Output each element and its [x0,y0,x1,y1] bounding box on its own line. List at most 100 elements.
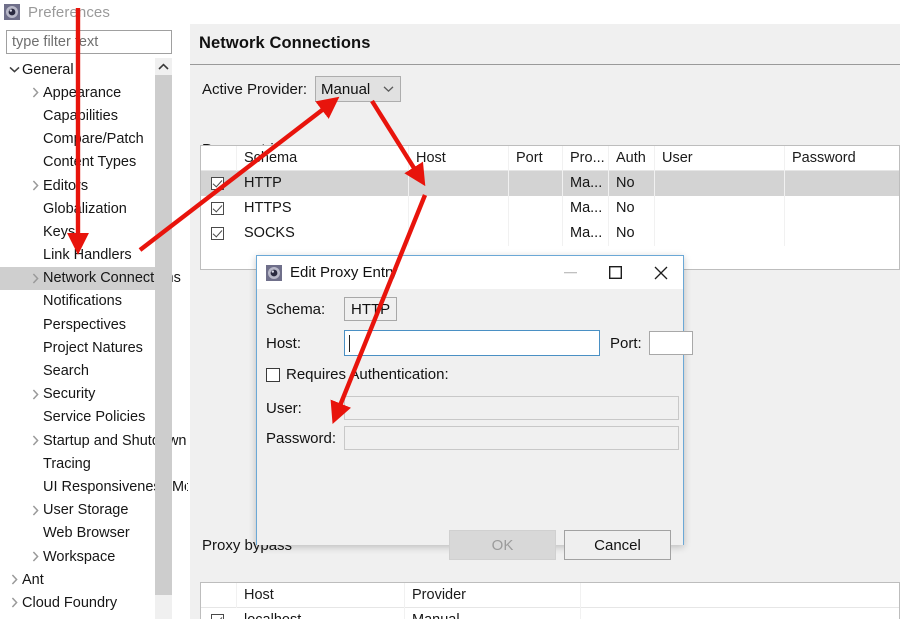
chevron-right-icon[interactable] [27,180,43,191]
sidebar-item-user-storage[interactable]: User Storage [0,499,160,522]
proxy-bypass-table[interactable]: HostProvider localhostManual [200,582,900,619]
sidebar-item-content-types[interactable]: Content Types [0,151,160,174]
sidebar-item-label: Link Handlers [43,247,132,264]
cell-user [655,196,785,221]
sidebar-item-appearance[interactable]: Appearance [0,81,160,104]
requires-auth-label: Requires Authentication: [286,366,449,383]
user-input[interactable] [344,396,679,420]
cell-host [409,171,509,196]
row-checkbox[interactable] [211,227,224,240]
sidebar-item-search[interactable]: Search [0,359,160,382]
host-row: Host: Port: [266,330,693,356]
row-checkbox-cell[interactable] [201,221,237,246]
scroll-up-icon[interactable] [155,58,172,75]
requires-auth-row[interactable]: Requires Authentication: [266,366,449,383]
dialog-titlebar[interactable]: Edit Proxy Entry [257,256,683,289]
chevron-right-icon[interactable] [27,87,43,98]
sidebar-item-tracing[interactable]: Tracing [0,452,160,475]
close-button[interactable] [638,256,683,289]
cell-host: localhost [237,608,405,619]
sidebar-item-security[interactable]: Security [0,383,160,406]
cell-schema: HTTP [237,171,409,196]
table-header-row: Schema Host Port Pro... Auth User Password [201,146,899,171]
table-row[interactable]: localhostManual [201,608,899,619]
port-input[interactable] [648,331,693,355]
active-provider-row: Active Provider: Manual [202,76,402,102]
cell-user [655,171,785,196]
schema-value: HTTP [344,297,398,321]
chevron-right-icon[interactable] [27,505,43,516]
column-header-host: Host [409,146,509,171]
tree-scrollbar[interactable] [155,58,172,619]
sidebar-item-general[interactable]: General [0,58,160,81]
proxy-entries-table[interactable]: Schema Host Port Pro... Auth User Password HTT… [200,145,900,270]
sidebar-item-web-browser[interactable]: Web Browser [0,522,160,545]
column-header-provider: Provider [405,583,581,608]
sidebar-item-globalization[interactable]: Globalization [0,197,160,220]
active-provider-select[interactable]: Manual [315,76,402,102]
sidebar-item-service-policies[interactable]: Service Policies [0,406,160,429]
sidebar-item-label: Content Types [43,154,137,171]
chevron-right-icon[interactable] [27,551,43,562]
window-title: Preferences [28,3,110,21]
minimize-button[interactable] [548,256,593,289]
sidebar-item-cloud-foundry[interactable]: Cloud Foundry [0,591,160,614]
sidebar-item-capabilities[interactable]: Capabilities [0,104,160,127]
sidebar-item-keys[interactable]: Keys [0,220,160,243]
sidebar-item-data-management[interactable]: Data Management [0,615,160,619]
sidebar-item-label: Ant [22,571,44,588]
preferences-window: Preferences General Appearance Capabilitie… [0,0,900,619]
table-row[interactable]: HTTP Ma... No [201,171,899,196]
filter-input[interactable] [6,30,172,54]
sidebar-item-ui-responsiveness-monitoring[interactable]: UI Responsiveness Monitoring [0,475,188,498]
chevron-down-icon[interactable] [6,66,22,73]
sidebar-item-compare-patch[interactable]: Compare/Patch [0,128,160,151]
sidebar-item-label: User Storage [43,502,129,519]
sidebar-item-ant[interactable]: Ant [0,568,160,591]
dialog-window-controls [548,256,683,289]
sidebar-item-label: Project Natures [43,339,143,356]
sidebar-item-editors[interactable]: Editors [0,174,160,197]
chevron-right-icon[interactable] [27,389,43,400]
table-header-row: Host Provider [201,583,899,608]
header-check-spacer [201,146,237,171]
column-header-pro: Pro... [563,146,609,171]
sidebar-item-workspace[interactable]: Workspace [0,545,160,568]
chevron-right-icon[interactable] [6,574,22,585]
sidebar-item-perspectives[interactable]: Perspectives [0,313,160,336]
cancel-button[interactable]: Cancel [564,530,671,560]
cell-user [655,221,785,246]
row-checkbox[interactable] [211,614,224,619]
row-checkbox[interactable] [211,202,224,215]
cell-port [509,196,563,221]
sidebar-item-notifications[interactable]: Notifications [0,290,160,313]
table-row[interactable]: HTTPS Ma... No [201,196,899,221]
chevron-right-icon[interactable] [27,273,43,284]
ok-button[interactable]: OK [449,530,556,560]
row-checkbox[interactable] [211,177,224,190]
chevron-right-icon[interactable] [27,435,43,446]
cell-port [509,171,563,196]
tree-scrollbar-thumb[interactable] [155,75,172,595]
sidebar-item-startup-and-shutdown[interactable]: Startup and Shutdown [0,429,187,452]
column-header-schema: Schema [237,146,409,171]
header-check-spacer [201,583,237,608]
row-checkbox-cell[interactable] [201,171,237,196]
cell-provider: Ma... [563,196,609,221]
column-header-auth: Auth [609,146,655,171]
sidebar-item-label: Capabilities [43,107,118,124]
row-checkbox-cell[interactable] [201,196,237,221]
password-input[interactable] [344,426,679,450]
table-row[interactable]: SOCKS Ma... No [201,221,899,246]
host-input[interactable] [344,330,600,356]
sidebar-item-label: Notifications [43,293,122,310]
sidebar-item-link-handlers[interactable]: Link Handlers [0,244,160,267]
row-checkbox-cell[interactable] [201,608,237,619]
sidebar-item-network-connections[interactable]: Network Connections [0,266,181,290]
sidebar-item-project-natures[interactable]: Project Natures [0,336,160,359]
requires-auth-checkbox[interactable] [266,367,280,382]
gear-icon [266,264,282,281]
password-row: Password: [266,426,679,450]
chevron-right-icon[interactable] [6,597,22,608]
maximize-button[interactable] [593,256,638,289]
